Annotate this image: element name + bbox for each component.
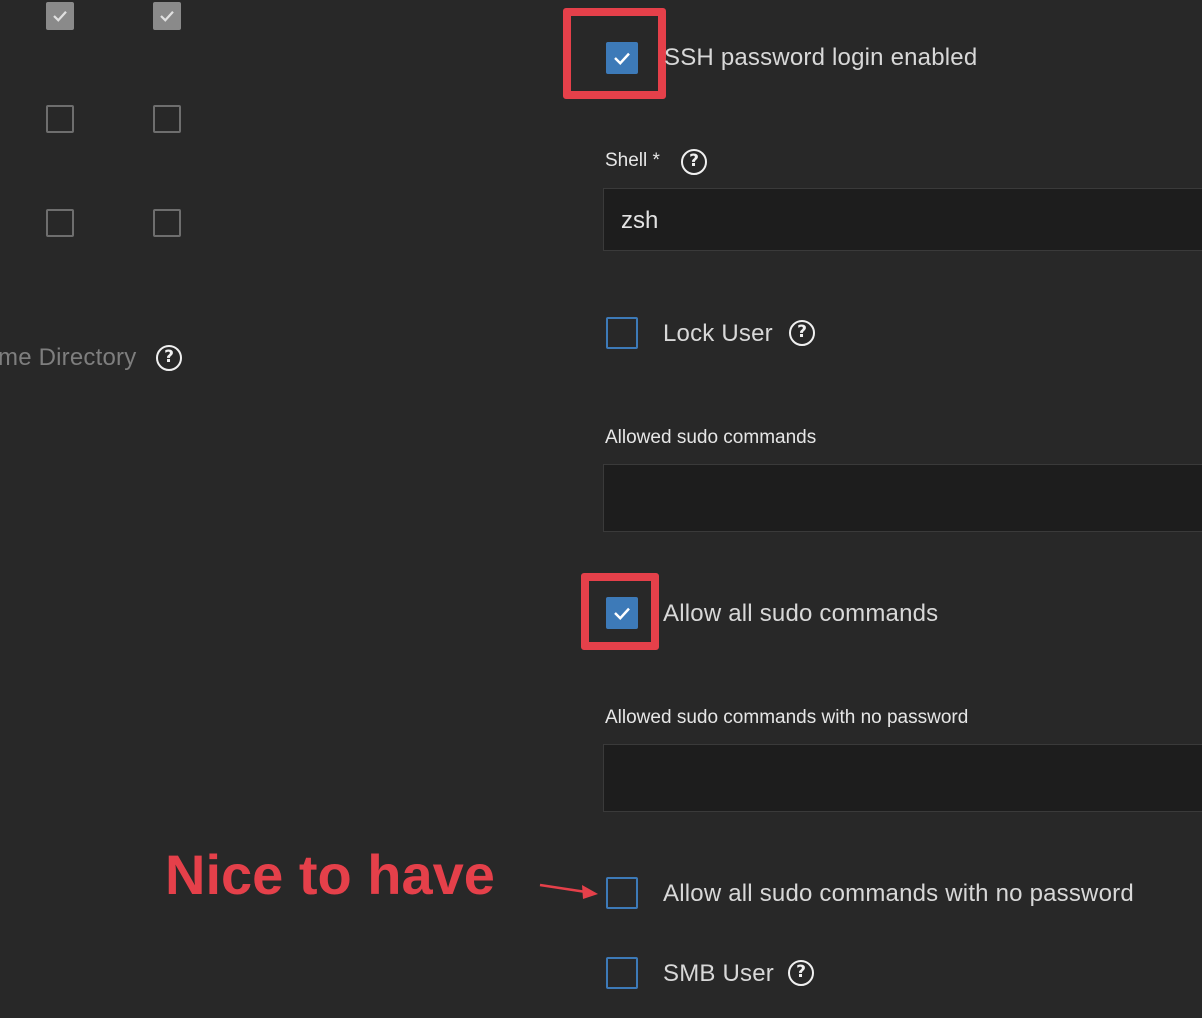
annotation-text: Nice to have <box>165 843 495 906</box>
smb-user-checkbox[interactable] <box>606 957 638 989</box>
ssh-password-login-label: SSH password login enabled <box>664 44 978 71</box>
left-checkbox-r1c1[interactable] <box>46 2 74 30</box>
ssh-password-login-checkbox[interactable] <box>606 42 638 74</box>
allow-all-sudo-nopasswd-checkbox[interactable] <box>606 877 638 909</box>
home-directory-label: me Directory <box>0 344 137 371</box>
checkmark-icon <box>53 10 67 22</box>
sudo-nopasswd-label: Allowed sudo commands with no password <box>605 707 969 728</box>
left-checkbox-r3c1[interactable] <box>46 209 74 237</box>
sudo-commands-label: Allowed sudo commands <box>605 427 817 448</box>
checkmark-icon <box>160 10 174 22</box>
left-checkbox-r2c2[interactable] <box>153 105 181 133</box>
allow-all-sudo-label: Allow all sudo commands <box>663 600 939 627</box>
checkmark-icon <box>614 52 630 66</box>
help-icon[interactable]: ? <box>681 149 707 175</box>
left-checkbox-r1c2[interactable] <box>153 2 181 30</box>
shell-value: zsh <box>621 207 659 234</box>
lock-user-checkbox[interactable] <box>606 317 638 349</box>
allow-all-sudo-nopasswd-label: Allow all sudo commands with no password <box>663 880 1134 907</box>
help-icon[interactable]: ? <box>789 320 815 346</box>
sudo-nopasswd-input[interactable] <box>603 744 1202 812</box>
annotation-arrow-icon <box>539 883 598 899</box>
lock-user-label: Lock User <box>663 320 773 347</box>
shell-select[interactable]: zsh <box>603 188 1202 251</box>
left-checkbox-r3c2[interactable] <box>153 209 181 237</box>
checkmark-icon <box>614 607 630 621</box>
allow-all-sudo-checkbox[interactable] <box>606 597 638 629</box>
smb-user-label: SMB User <box>663 960 774 987</box>
sudo-commands-input[interactable] <box>603 464 1202 532</box>
help-icon[interactable]: ? <box>788 960 814 986</box>
left-checkbox-r2c1[interactable] <box>46 105 74 133</box>
help-icon[interactable]: ? <box>156 345 182 371</box>
shell-label: Shell * <box>605 150 660 171</box>
